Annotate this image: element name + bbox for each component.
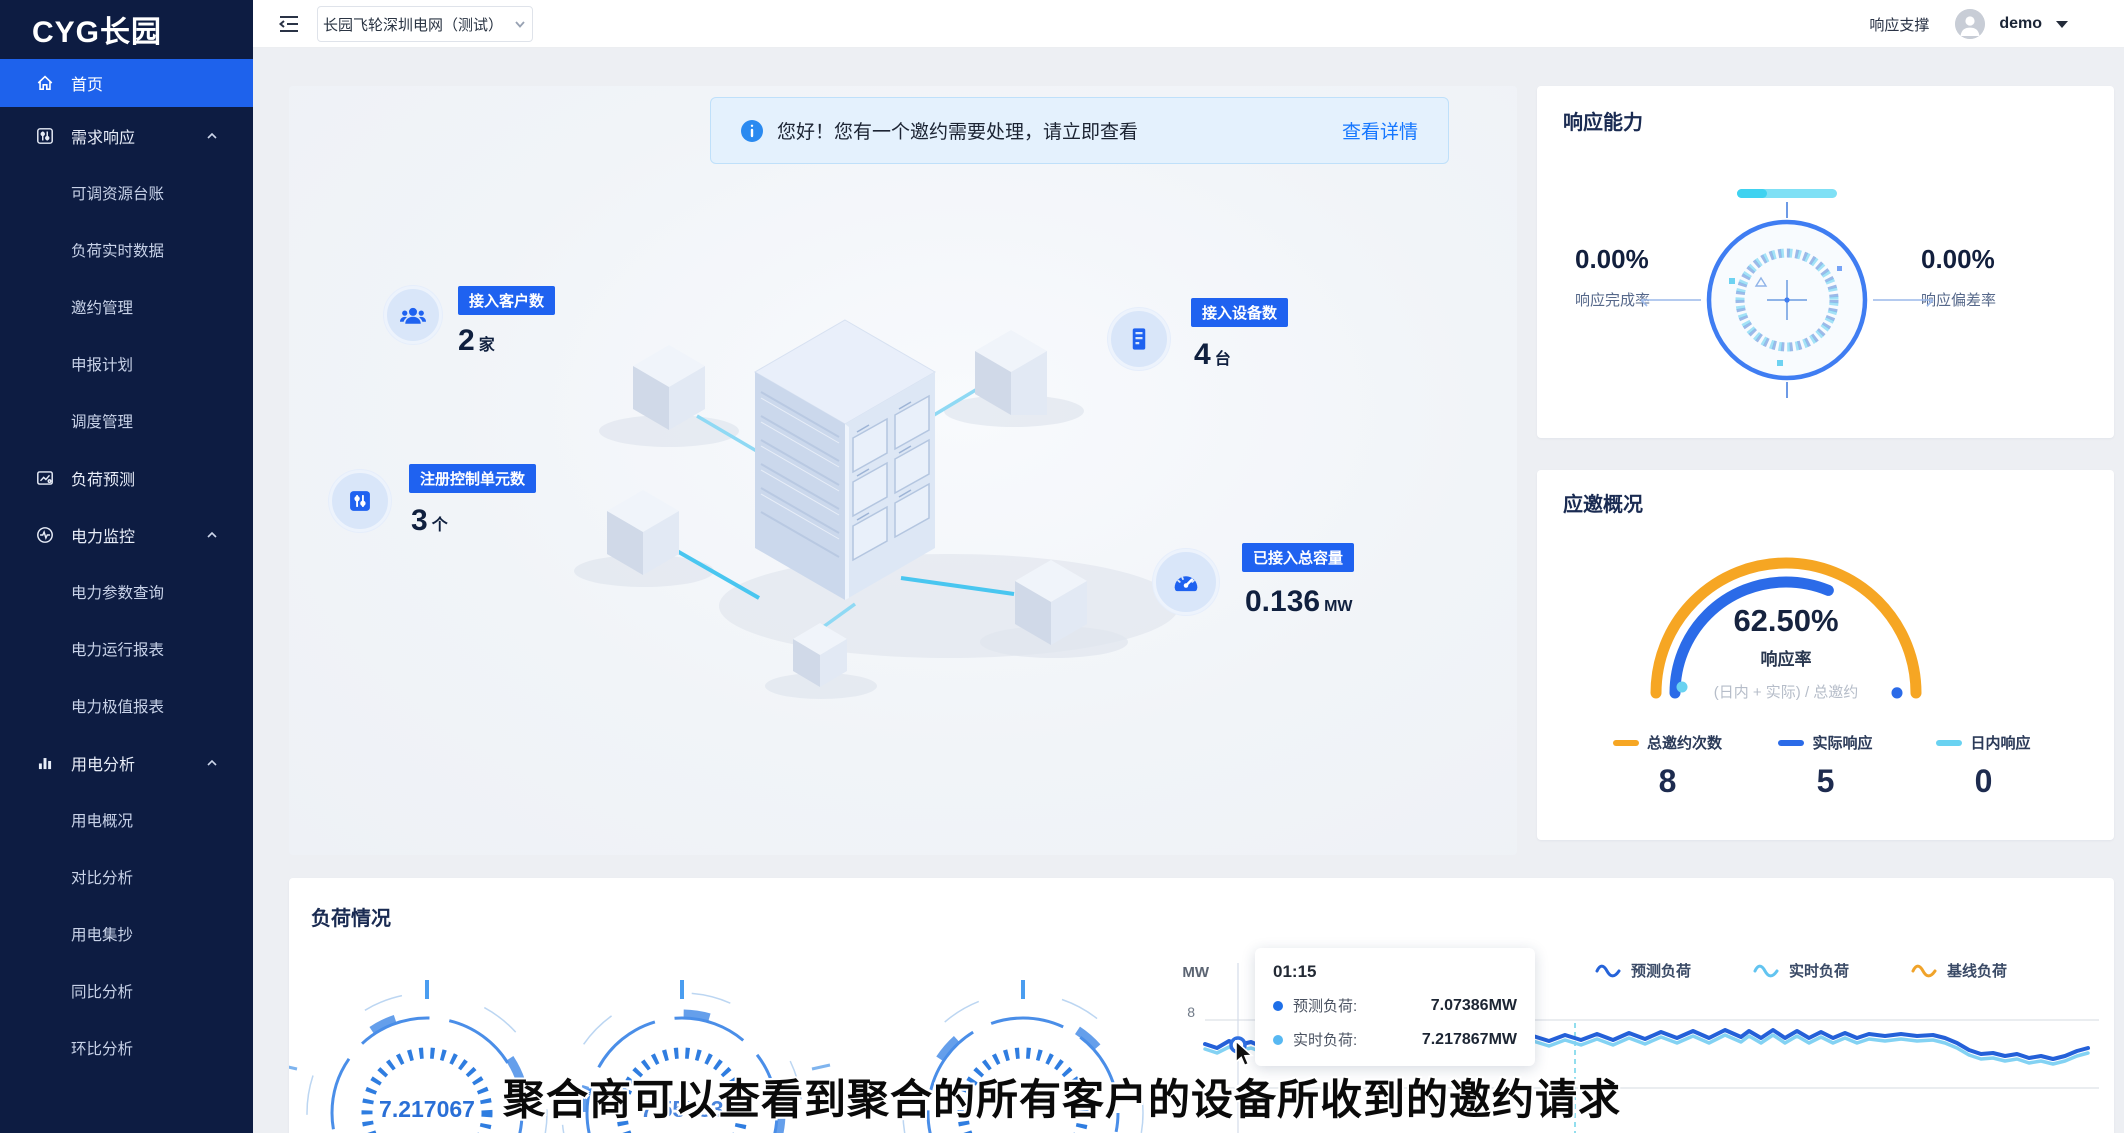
card-title: 负荷情况 bbox=[311, 902, 391, 931]
support-link[interactable]: 响应支撑 bbox=[1869, 14, 1929, 35]
mouse-cursor bbox=[1233, 1040, 1255, 1068]
legend-forecast-load[interactable]: 预测负荷 bbox=[1595, 960, 1691, 981]
stat-value: 2家 bbox=[458, 324, 495, 358]
brand-logo: CYG长园 bbox=[0, 0, 253, 58]
legend-baseline-load[interactable]: 基线负荷 bbox=[1911, 960, 2007, 981]
wave-icon bbox=[1753, 963, 1779, 979]
radar-gauge bbox=[1637, 170, 1937, 430]
capacity-gauge-icon bbox=[1153, 549, 1219, 615]
legend-total-invitations: 总邀约次数 8 bbox=[1608, 732, 1728, 800]
chart-legend: 预测负荷 实时负荷 基线负荷 bbox=[1595, 960, 2007, 981]
sidebar-item-adjustable-resources[interactable]: 可调资源台账 bbox=[0, 164, 253, 221]
sidebar-group-power-monitoring[interactable]: 电力监控 bbox=[0, 506, 253, 563]
stat-badge: 接入设备数 bbox=[1191, 298, 1288, 327]
response-capability-card: 响应能力 0.00% 响应完成率 0.00% 响应偏差率 bbox=[1537, 86, 2114, 438]
demand-response-icon bbox=[36, 127, 54, 145]
card-title: 响应能力 bbox=[1563, 106, 1643, 135]
svg-text:响应率: 响应率 bbox=[1761, 649, 1812, 669]
legend-dash bbox=[1778, 740, 1804, 746]
svg-text:62.50%: 62.50% bbox=[1733, 603, 1838, 638]
caret-down-icon[interactable] bbox=[2056, 21, 2068, 28]
sidebar-item-yoy-analysis[interactable]: 同比分析 bbox=[0, 962, 253, 1019]
server-building bbox=[755, 320, 935, 600]
topbar: 长园飞轮深圳电网（测试） 响应支撑 demo bbox=[253, 0, 2124, 48]
series-dot bbox=[1273, 1001, 1283, 1011]
app-root: CYG长园 首页 需求响应 可调资源台账 负荷实时数据 邀约管理 申报计划 bbox=[0, 0, 2124, 1133]
stat-value: 3个 bbox=[411, 504, 448, 538]
sidebar-item-power-parameter-query[interactable]: 电力参数查询 bbox=[0, 563, 253, 620]
stat-connected-devices: 接入设备数 4台 bbox=[1108, 298, 1408, 418]
org-selector-value: 长园飞轮深圳电网（测试） bbox=[323, 14, 503, 35]
sidebar-item-comparison-analysis[interactable]: 对比分析 bbox=[0, 848, 253, 905]
chevron-down-icon bbox=[513, 17, 527, 31]
org-selector[interactable]: 长园飞轮深圳电网（测试） bbox=[317, 6, 533, 42]
overview-panel: 您好！您有一个邀约需要处理，请立即查看 查看详情 bbox=[289, 86, 1517, 855]
sidebar-item-power-extreme-report[interactable]: 电力极值报表 bbox=[0, 677, 253, 734]
customers-icon bbox=[384, 286, 442, 344]
sidebar-item-dispatch-management[interactable]: 调度管理 bbox=[0, 392, 253, 449]
video-subtitle: 聚合商可以查看到聚合的所有客户的设备所收到的邀约请求 bbox=[0, 1066, 2124, 1127]
legend-realtime-load[interactable]: 实时负荷 bbox=[1753, 960, 1849, 981]
chevron-up-icon bbox=[205, 129, 219, 143]
avatar[interactable] bbox=[1955, 9, 1985, 39]
sidebar-item-invitation-management[interactable]: 邀约管理 bbox=[0, 278, 253, 335]
load-forecast-icon bbox=[36, 469, 54, 487]
control-units-icon bbox=[329, 470, 391, 532]
stat-badge: 注册控制单元数 bbox=[409, 464, 536, 493]
legend-actual-responses: 实际响应 5 bbox=[1766, 732, 1886, 800]
response-rate-gauge: 62.50% 响应率 (日内 + 实际) / 总邀约 bbox=[1636, 538, 1936, 708]
invitation-legend: 总邀约次数 8 实际响应 5 日内响应 0 bbox=[1537, 732, 2114, 800]
sidebar-menu: 首页 需求响应 可调资源台账 负荷实时数据 邀约管理 申报计划 调度管理 bbox=[0, 59, 253, 1076]
invitation-overview-card: 应邀概况 62.50% 响应率 (日内 + 实际) / 总邀约 总邀约次数 8 … bbox=[1537, 470, 2114, 840]
sidebar-item-label: 需求响应 bbox=[0, 124, 135, 148]
home-icon bbox=[36, 74, 54, 92]
sidebar-group-demand-response[interactable]: 需求响应 bbox=[0, 107, 253, 164]
menu-fold-icon[interactable] bbox=[277, 13, 301, 35]
devices-icon bbox=[1108, 308, 1170, 370]
stat-total-capacity: 已接入总容量 0.136MW bbox=[1153, 543, 1493, 663]
sidebar-item-home[interactable]: 首页 bbox=[0, 59, 253, 107]
stat-registered-control-units: 注册控制单元数 3个 bbox=[329, 464, 669, 584]
stat-badge: 已接入总容量 bbox=[1242, 543, 1354, 572]
wave-icon bbox=[1911, 963, 1937, 979]
sidebar: CYG长园 首页 需求响应 可调资源台账 负荷实时数据 邀约管理 申报计划 bbox=[0, 0, 253, 1133]
series-dot bbox=[1273, 1035, 1283, 1045]
username[interactable]: demo bbox=[1999, 15, 2042, 33]
power-monitor-icon bbox=[36, 526, 54, 544]
stat-value: 0.136MW bbox=[1245, 585, 1353, 619]
sidebar-item-power-usage-overview[interactable]: 用电概况 bbox=[0, 791, 253, 848]
sidebar-item-power-operation-report[interactable]: 电力运行报表 bbox=[0, 620, 253, 677]
chart-tooltip: 01:15 预测负荷: 7.07386MW 实时负荷: 7.217867MW bbox=[1255, 948, 1535, 1066]
sidebar-item-load-forecast[interactable]: 负荷预测 bbox=[0, 449, 253, 506]
stat-value: 4台 bbox=[1194, 338, 1231, 372]
chevron-up-icon bbox=[205, 756, 219, 770]
stat-badge: 接入客户数 bbox=[458, 286, 555, 315]
stat-connected-customers: 接入客户数 2家 bbox=[384, 246, 684, 366]
card-title: 应邀概况 bbox=[1563, 488, 1643, 517]
legend-dash bbox=[1936, 740, 1962, 746]
sidebar-item-declaration-plan[interactable]: 申报计划 bbox=[0, 335, 253, 392]
sidebar-item-realtime-load-data[interactable]: 负荷实时数据 bbox=[0, 221, 253, 278]
chevron-up-icon bbox=[205, 528, 219, 542]
user-icon bbox=[1955, 9, 1985, 39]
legend-intraday-responses: 日内响应 0 bbox=[1924, 732, 2044, 800]
tooltip-row-forecast: 预测负荷: 7.07386MW bbox=[1273, 995, 1517, 1016]
legend-dash bbox=[1613, 740, 1639, 746]
wave-icon bbox=[1595, 963, 1621, 979]
sidebar-group-power-analysis[interactable]: 用电分析 bbox=[0, 734, 253, 791]
sidebar-item-meter-collection[interactable]: 用电集抄 bbox=[0, 905, 253, 962]
tooltip-row-realtime: 实时负荷: 7.217867MW bbox=[1273, 1029, 1517, 1050]
tooltip-time: 01:15 bbox=[1273, 962, 1517, 982]
svg-text:(日内 + 实际) / 总邀约: (日内 + 实际) / 总邀约 bbox=[1714, 684, 1859, 701]
power-analysis-icon bbox=[36, 754, 54, 772]
topbar-right: 响应支撑 demo bbox=[1869, 0, 2068, 48]
